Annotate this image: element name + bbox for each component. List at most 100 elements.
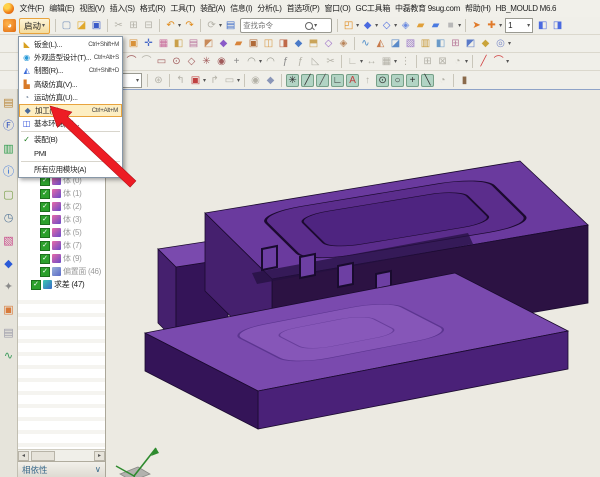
surface-cloud-icon[interactable]: ◠▾ (245, 54, 262, 69)
helix-icon[interactable]: ◔▾ (451, 54, 468, 69)
snap-point-icon[interactable]: ✳ (286, 73, 299, 88)
part-navigator-icon[interactable]: ▤ (2, 93, 16, 107)
menu-item[interactable]: ▙高级仿真(V)... (19, 78, 122, 91)
hole-table-icon[interactable]: ⊞ (449, 36, 462, 51)
line-sketch-icon[interactable]: ╱ (477, 54, 490, 69)
feature-tree-item[interactable]: ✓体 (9) (18, 252, 105, 265)
menubar-item[interactable]: GC工具箱 (353, 3, 393, 14)
view-layer-combo[interactable]: 1▾ (505, 18, 533, 33)
insert-icon[interactable]: ▣ (247, 36, 260, 51)
offset-curve-icon[interactable]: ⊠ (436, 54, 449, 69)
concept-design-icon[interactable]: ◆ (479, 36, 492, 51)
menubar-item[interactable]: 窗口(O) (322, 3, 353, 14)
snap-circle-icon[interactable]: ○ (391, 73, 404, 88)
slider-lifter-icon[interactable]: ⬒ (307, 36, 320, 51)
ejector-pin-icon[interactable]: ◆ (292, 36, 305, 51)
shrinkage-icon[interactable]: ▦ (157, 36, 170, 51)
command-finder-window-icon[interactable]: ▤ (224, 18, 237, 33)
checkbox-icon[interactable]: ✓ (40, 254, 50, 264)
checkbox-icon[interactable]: ✓ (40, 202, 50, 212)
feature-tree-item[interactable]: ✓体 (7) (18, 239, 105, 252)
selection-rectangle-icon[interactable]: ▭▾ (223, 73, 240, 88)
iso-view-icon[interactable]: ◧ (536, 18, 549, 33)
horizontal-scrollbar[interactable]: ◂ ▸ (18, 449, 105, 461)
law-curve-icon[interactable]: ƒ (279, 54, 292, 69)
plus-point-icon[interactable]: + (230, 54, 243, 69)
dimension-icon[interactable]: ↔ (365, 54, 378, 69)
dependencies-header[interactable]: 相依性 ∨ (18, 461, 105, 477)
open-icon[interactable]: ◪ (75, 18, 88, 33)
copy-icon[interactable]: ⊞ (127, 18, 140, 33)
snap-tangent-icon[interactable]: ╲ (421, 73, 434, 88)
menu-item[interactable]: ◭制图(R)...Ctrl+Shift+D (19, 64, 122, 77)
circle-icon[interactable]: ⊙ (170, 54, 183, 69)
checkbox-icon[interactable]: ✓ (40, 241, 50, 251)
cavity-layout-icon[interactable]: ▤ (187, 36, 200, 51)
snap-midpoint-icon[interactable]: ╱ (316, 73, 329, 88)
snap-center-icon[interactable]: ⊙ (376, 73, 389, 88)
arc-sketch-icon[interactable]: ⌒▾ (492, 54, 509, 69)
menu-item[interactable]: ✓装配(B) (19, 133, 122, 146)
constraint-icon[interactable]: ∟▾ (346, 54, 363, 69)
array-curve-icon[interactable]: ⋮ (399, 54, 412, 69)
clipboard-icon[interactable]: ▮ (458, 73, 471, 88)
roles-icon[interactable]: Ⓕ (2, 116, 16, 130)
select-next-icon[interactable]: ↱ (208, 73, 221, 88)
arc-icon[interactable]: ⌒ (125, 54, 138, 69)
bom-icon[interactable]: ▥ (419, 36, 432, 51)
new-file-icon[interactable]: ▢ (60, 18, 73, 33)
assembly-tools-icon[interactable]: ✦ (2, 277, 16, 291)
select-previous-icon[interactable]: ↰ (174, 73, 187, 88)
snap-corner-icon[interactable]: ∟ (331, 73, 344, 88)
chamfer-curve-icon[interactable]: ◺ (309, 54, 322, 69)
project-curve-icon[interactable]: ⊞ (421, 54, 434, 69)
rotate-view-icon[interactable]: ➤ (470, 18, 483, 33)
electrode-icon[interactable]: ◭ (374, 36, 387, 51)
pan-view-icon[interactable]: ✚▾ (485, 18, 502, 33)
feature-tree-item[interactable]: ✓体 (2) (18, 200, 105, 213)
snap-endpoint-icon[interactable]: ╱ (301, 73, 314, 88)
palette-icon[interactable]: ▧ (2, 231, 16, 245)
standard-part-icon[interactable]: ◨ (277, 36, 290, 51)
runner-icon[interactable]: ◈ (337, 36, 350, 51)
feature-tree-item[interactable]: ✓体 (3) (18, 213, 105, 226)
menubar-item[interactable]: 工具(T) (168, 3, 198, 14)
rectangle-icon[interactable]: ▭ (155, 54, 168, 69)
menubar-item[interactable]: HB_MOULD M6.6 (493, 4, 559, 13)
scroll-right-button[interactable]: ▸ (94, 451, 105, 461)
start-button[interactable]: 启动▾ (19, 18, 50, 34)
menubar-item[interactable]: 装配(A) (198, 3, 228, 14)
save-icon[interactable]: ▣ (90, 18, 103, 33)
menubar-item[interactable]: 信息(I) (228, 3, 255, 14)
internet-icon[interactable]: ⓘ (2, 162, 16, 176)
undo-icon[interactable]: ↶▾ (164, 18, 181, 33)
gate-icon[interactable]: ◇ (322, 36, 335, 51)
mold-csys-icon[interactable]: ✛ (142, 36, 155, 51)
visual-effects-icon[interactable]: ▣▾ (189, 73, 206, 88)
feature-tree-item[interactable]: ✓求差 (47) (18, 278, 105, 291)
checkbox-icon[interactable]: ✓ (31, 280, 41, 290)
menubar-item[interactable]: 分析(L) (255, 3, 284, 14)
user-tools-icon[interactable]: ◆ (2, 254, 16, 268)
menu-item[interactable]: ◉外观造型设计(T)...Ctrl+Alt+S (19, 51, 122, 64)
menu-item[interactable]: 所有应用模块(A)▸ (19, 163, 122, 176)
view-manager-icon[interactable]: ◩ (464, 36, 477, 51)
mold-base-icon[interactable]: ◫ (262, 36, 275, 51)
snap-up-icon[interactable]: ↑ (361, 73, 374, 88)
menubar-item[interactable]: 格式(R) (137, 3, 168, 14)
three-point-arc-icon[interactable]: ⌒ (140, 54, 153, 69)
find-command-input[interactable] (243, 21, 305, 30)
mold-drawing-icon[interactable]: ◧ (434, 36, 447, 51)
library-icon[interactable]: ▥ (2, 139, 16, 153)
mold-tool-icon[interactable]: ◆ (217, 36, 230, 51)
paste-icon[interactable]: ⊟ (142, 18, 155, 33)
parting-tool-icon[interactable]: ◩ (202, 36, 215, 51)
cooling-icon[interactable]: ∿ (359, 36, 372, 51)
checkbox-icon[interactable]: ✓ (40, 267, 50, 277)
menu-item[interactable]: ◣钣金(L)...Ctrl+Shift+M (19, 38, 122, 51)
feature-tree-item[interactable]: ✓体 (5) (18, 226, 105, 239)
feature-tree-item[interactable]: ✓偏置面 (46) (18, 265, 105, 278)
menubar-item[interactable]: 视图(V) (77, 3, 107, 14)
scroll-left-button[interactable]: ◂ (18, 451, 29, 461)
snap-quadrant-icon[interactable]: ◔ (436, 73, 449, 88)
